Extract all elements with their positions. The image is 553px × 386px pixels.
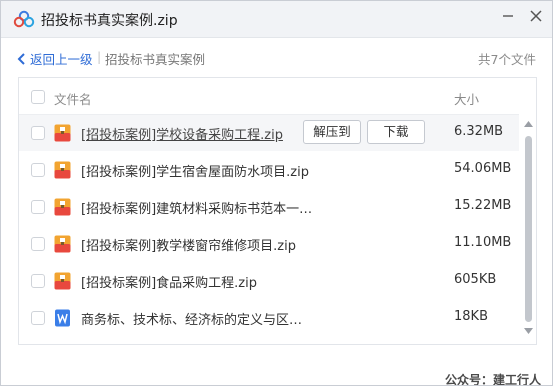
download-button[interactable]: 下载 — [367, 120, 425, 144]
back-label: 返回上一级 — [30, 52, 93, 67]
column-header-size: 大小 — [454, 92, 480, 107]
zip-file-icon — [54, 198, 71, 216]
file-name[interactable]: [招投标案例]建筑材料采购标书范本一… — [81, 198, 311, 217]
file-size: 54.06MB — [454, 161, 512, 176]
file-size: 6.32MB — [454, 124, 504, 139]
file-count: 共7个文件 — [478, 52, 536, 67]
file-name[interactable]: 商务标、技术标、经济标的定义与区… — [81, 309, 302, 328]
scroll-up-icon[interactable] — [524, 121, 533, 127]
breadcrumb: 招投标书真实案例 — [105, 52, 206, 67]
file-row[interactable]: [招投标案例]学生宿舍屋面防水项目.zip 54.06MB — [19, 152, 519, 188]
zip-file-icon — [54, 124, 71, 142]
file-row[interactable]: 常用投标报价方法技巧.docx19KB — [19, 337, 519, 344]
select-all-checkbox[interactable] — [31, 90, 45, 104]
word-file-icon — [54, 309, 71, 327]
scrollbar[interactable] — [520, 115, 536, 344]
back-button[interactable]: 返回上一级 — [17, 49, 93, 68]
column-header-name: 文件名 — [54, 92, 92, 107]
row-checkbox[interactable] — [31, 274, 45, 288]
row-checkbox[interactable] — [31, 163, 45, 177]
scroll-down-icon[interactable] — [524, 328, 533, 334]
archive-preview-window: 招投标书真实案例.zip 返回上一级 | 招投标书真实案例 共7个文件 文件名 … — [0, 0, 553, 386]
chevron-left-icon — [17, 53, 25, 65]
file-row[interactable]: [招投标案例]学校设备采购工程.zip 解压到 下载 6.32MB — [19, 115, 519, 151]
file-row[interactable]: [招投标案例]建筑材料采购标书范本一… 15.22MB — [19, 189, 519, 225]
zip-file-icon — [54, 272, 71, 290]
breadcrumb-separator: | — [97, 49, 102, 64]
extract-button[interactable]: 解压到 — [303, 120, 361, 144]
file-size: 605KB — [454, 272, 497, 287]
file-size: 15.22MB — [454, 198, 512, 213]
file-name[interactable]: [招投标案例]学校设备采购工程.zip — [81, 124, 283, 143]
cloud-logo-icon — [13, 10, 35, 28]
close-icon[interactable] — [525, 5, 547, 27]
file-name[interactable]: [招投标案例]教学楼窗帘维修项目.zip — [81, 235, 296, 254]
file-name[interactable]: [招投标案例]食品采购工程.zip — [81, 272, 257, 291]
file-size: 18KB — [454, 309, 488, 324]
scrollbar-thumb[interactable] — [525, 136, 532, 322]
list-header: 文件名 大小 — [19, 78, 519, 115]
file-size: 11.10MB — [454, 235, 512, 250]
watermark: 公众号：建工行人 — [445, 373, 542, 386]
file-row[interactable]: 商务标、技术标、经济标的定义与区… 18KB — [19, 300, 519, 336]
file-row[interactable]: [招投标案例]教学楼窗帘维修项目.zip 11.10MB — [19, 226, 519, 262]
row-checkbox[interactable] — [31, 200, 45, 214]
row-checkbox[interactable] — [31, 126, 45, 140]
zip-file-icon — [54, 235, 71, 253]
file-list: 文件名 大小 [招投标案例]学校设备采购工程.zip 解压到 下载 6.32MB [招投… — [18, 77, 537, 345]
row-checkbox[interactable] — [31, 237, 45, 251]
row-checkbox[interactable] — [31, 311, 45, 325]
file-row[interactable]: [招投标案例]食品采购工程.zip 605KB — [19, 263, 519, 299]
minimize-icon[interactable] — [497, 5, 519, 27]
zip-file-icon — [54, 161, 71, 179]
file-name[interactable]: [招投标案例]学生宿舍屋面防水项目.zip — [81, 161, 309, 180]
title-bar: 招投标书真实案例.zip — [1, 1, 552, 38]
window-title: 招投标书真实案例.zip — [41, 13, 178, 29]
